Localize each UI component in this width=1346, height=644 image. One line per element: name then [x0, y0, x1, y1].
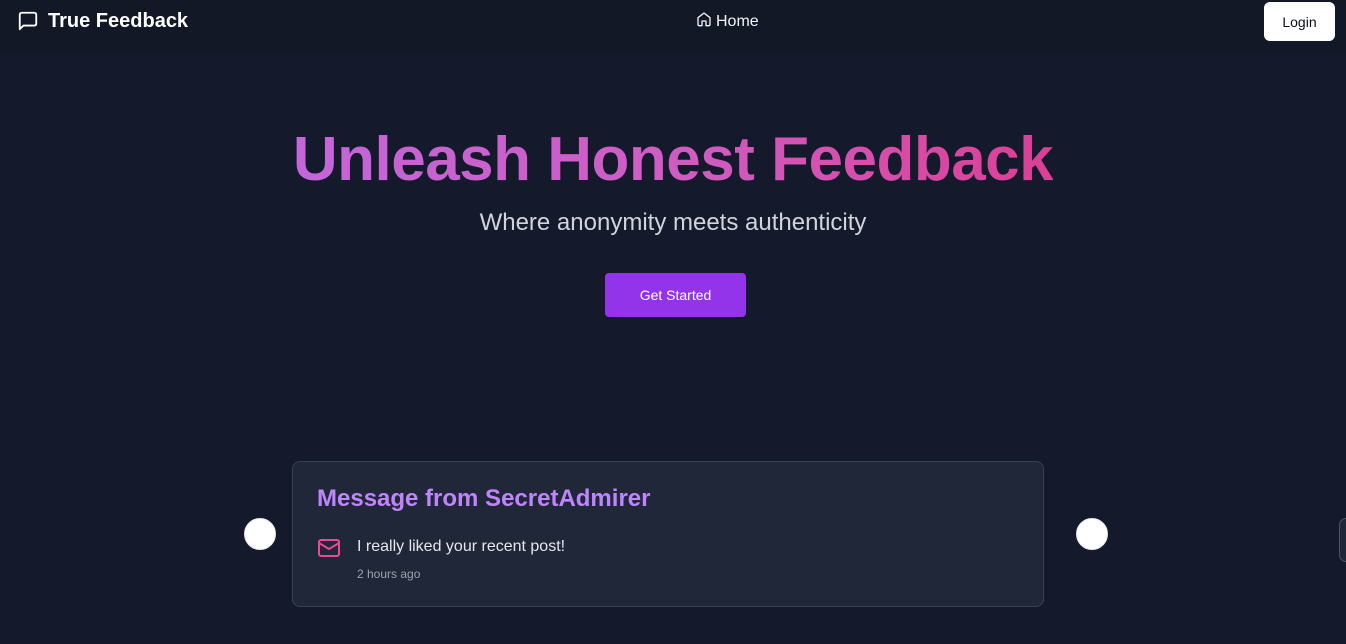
hero-subtitle: Where anonymity meets authenticity: [479, 209, 867, 236]
nav-home-link[interactable]: Home: [696, 11, 759, 33]
navbar: True Feedback Home Login: [0, 0, 1346, 52]
brand-name: True Feedback: [48, 10, 189, 32]
brand-link[interactable]: True Feedback: [17, 9, 188, 33]
message-card-title: Message from SecretAdmirer: [317, 485, 651, 512]
home-icon: [696, 11, 712, 33]
mail-icon: [317, 536, 341, 565]
hero-section: Unleash Honest Feedback Where anonymity …: [0, 120, 1346, 238]
nav-home-label: Home: [716, 13, 759, 30]
side-tab[interactable]: [1339, 518, 1346, 562]
hero-title: Unleash Honest Feedback: [293, 120, 1054, 200]
message-content: I really liked your recent post!: [357, 538, 566, 555]
message-square-icon: [17, 10, 39, 32]
get-started-button[interactable]: Get Started: [605, 273, 746, 317]
message-card: Message from SecretAdmirer I really like…: [292, 461, 1044, 607]
carousel-next-button[interactable]: [1076, 518, 1108, 550]
carousel-previous-button[interactable]: [244, 518, 276, 550]
message-timestamp: 2 hours ago: [357, 567, 421, 581]
login-button[interactable]: Login: [1264, 2, 1335, 41]
